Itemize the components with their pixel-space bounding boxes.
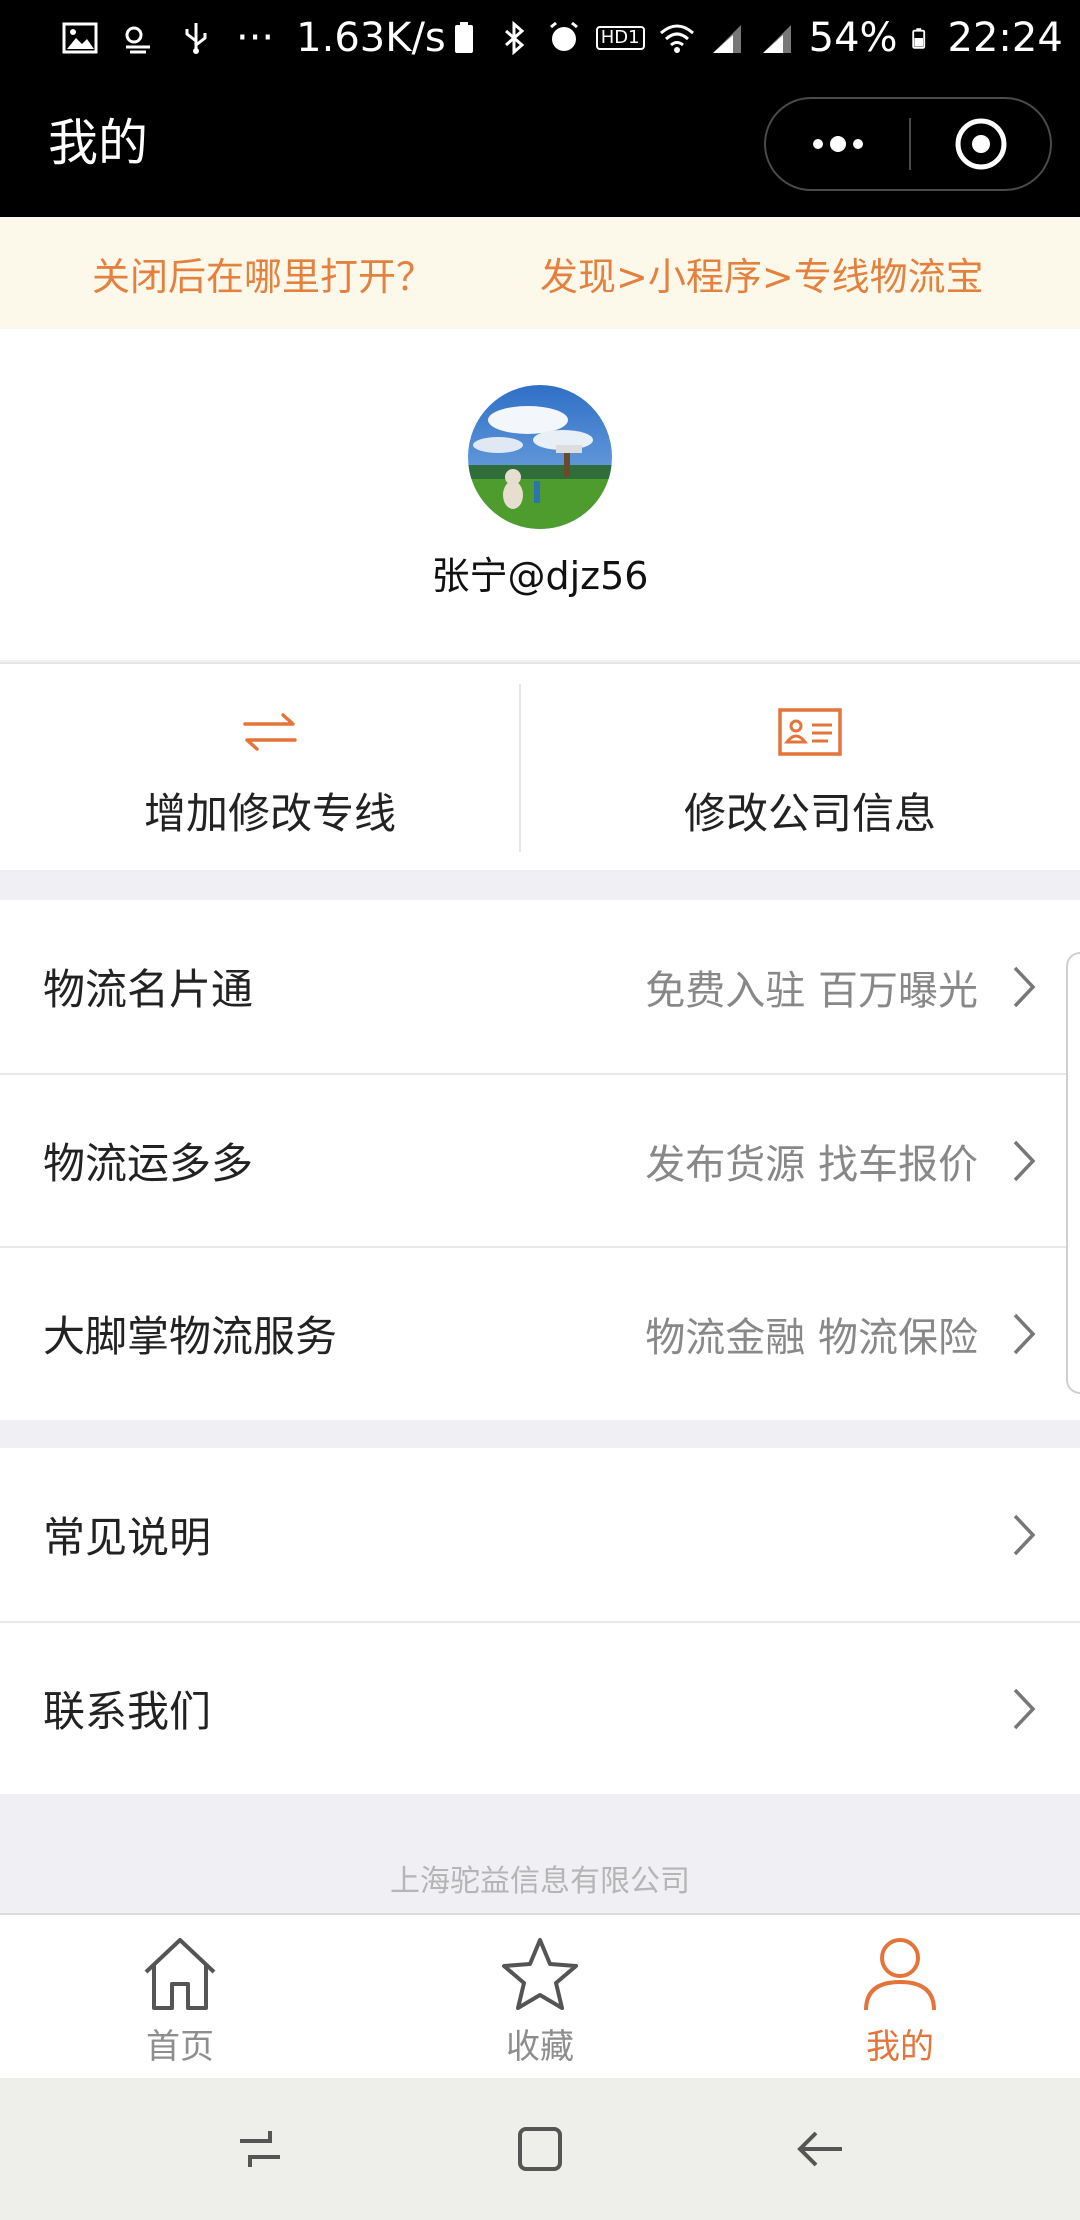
id-card-icon bbox=[778, 704, 842, 760]
more-button[interactable] bbox=[766, 99, 909, 189]
company-name: 上海驼益信息有限公司 bbox=[390, 1864, 690, 1899]
target-icon bbox=[955, 118, 1006, 170]
battery-saver-icon bbox=[454, 21, 473, 53]
help-title: 联系我们 bbox=[43, 1687, 212, 1736]
edit-company-label: 修改公司信息 bbox=[683, 789, 936, 838]
edit-company-action[interactable]: 修改公司信息 bbox=[540, 664, 1080, 870]
chevron-right-icon bbox=[1006, 962, 1042, 1012]
alarm-icon bbox=[549, 21, 578, 51]
service-item-logistics-service[interactable]: 大脚掌物流服务 物流金融 物流保险 bbox=[0, 1246, 1080, 1419]
star-icon bbox=[500, 1933, 580, 2015]
home-icon bbox=[140, 1933, 220, 2015]
tab-mine[interactable]: 我的 bbox=[720, 1915, 1080, 2078]
tab-label: 我的 bbox=[866, 2027, 934, 2067]
weather-icon bbox=[125, 26, 150, 53]
mini-program-capsule bbox=[764, 97, 1052, 191]
status-right: HD1 54% 22:24 bbox=[446, 18, 1063, 58]
tip-question: 关闭后在哪里打开？ bbox=[92, 254, 435, 299]
more-dots-icon bbox=[812, 136, 863, 152]
edit-lines-action[interactable]: 增加修改专线 bbox=[0, 664, 540, 870]
service-desc: 物流金融 物流保险 bbox=[645, 1314, 978, 1361]
gallery-icon bbox=[62, 22, 98, 53]
tab-bar: 首页 收藏 我的 bbox=[0, 1913, 1080, 2078]
tab-label: 首页 bbox=[146, 2027, 214, 2067]
usb-icon bbox=[185, 22, 207, 54]
service-desc: 发布货源 找车报价 bbox=[645, 1141, 978, 1188]
actions-divider bbox=[519, 684, 521, 852]
back-arrow-icon bbox=[797, 2131, 842, 2167]
home-nav-button[interactable] bbox=[500, 2109, 580, 2189]
back-button[interactable] bbox=[780, 2109, 860, 2189]
service-desc: 免费入驻 百万曝光 bbox=[645, 967, 978, 1014]
help-list: 常见说明 联系我们 bbox=[0, 1448, 1080, 1794]
battery-percent: 54% bbox=[808, 14, 898, 61]
service-list: 物流名片通 免费入驻 百万曝光 物流运多多 发布货源 找车报价 大脚掌物流服务 … bbox=[0, 900, 1080, 1420]
home-square-icon bbox=[518, 2127, 562, 2171]
edit-lines-label: 增加修改专线 bbox=[143, 789, 396, 838]
close-mini-program-button[interactable] bbox=[911, 99, 1050, 189]
battery-icon bbox=[911, 27, 925, 49]
tab-favorites[interactable]: 收藏 bbox=[360, 1915, 720, 2078]
title-bar: 我的 bbox=[0, 75, 1080, 217]
status-bar: ··· 1.63K/s HD1 54% 22:24 bbox=[0, 0, 1080, 75]
status-left: ··· 1.63K/s bbox=[62, 18, 446, 58]
signal-icon bbox=[712, 24, 741, 53]
more-notifications-icon: ··· bbox=[236, 14, 275, 61]
network-speed: 1.63K/s bbox=[296, 14, 446, 61]
chevron-right-icon bbox=[1006, 1510, 1042, 1560]
service-title: 物流运多多 bbox=[43, 1139, 254, 1188]
recents-button[interactable] bbox=[220, 2109, 300, 2189]
clock: 22:24 bbox=[947, 14, 1063, 61]
quick-actions: 增加修改专线 修改公司信息 bbox=[0, 662, 1080, 870]
tab-home[interactable]: 首页 bbox=[0, 1915, 360, 2078]
bluetooth-icon bbox=[504, 20, 525, 55]
system-nav-bar bbox=[0, 2078, 1080, 2220]
service-item-freight[interactable]: 物流运多多 发布货源 找车报价 bbox=[0, 1073, 1080, 1246]
recents-icon bbox=[240, 2131, 280, 2167]
tab-label: 收藏 bbox=[506, 2027, 574, 2067]
profile-section: 张宁@djz56 bbox=[0, 329, 1080, 660]
signal-2-icon bbox=[762, 24, 791, 53]
tip-path: 发现>小程序>专线物流宝 bbox=[540, 254, 984, 299]
avatar[interactable] bbox=[468, 385, 612, 529]
faq-item[interactable]: 常见说明 bbox=[0, 1448, 1080, 1621]
scroll-indicator[interactable] bbox=[1066, 952, 1080, 1394]
page-title: 我的 bbox=[48, 114, 148, 172]
user-icon bbox=[860, 1933, 940, 2015]
tip-banner: 关闭后在哪里打开？ 发现>小程序>专线物流宝 bbox=[0, 217, 1080, 329]
help-title: 常见说明 bbox=[43, 1513, 212, 1562]
contact-us-item[interactable]: 联系我们 bbox=[0, 1621, 1080, 1794]
hd-badge: HD1 bbox=[595, 25, 645, 50]
service-item-business-card[interactable]: 物流名片通 免费入驻 百万曝光 bbox=[0, 900, 1080, 1073]
username: 张宁@djz56 bbox=[431, 554, 649, 598]
swap-arrows-icon bbox=[243, 704, 297, 760]
chevron-right-icon bbox=[1006, 1309, 1042, 1359]
avatar-image bbox=[468, 385, 612, 529]
service-title: 大脚掌物流服务 bbox=[43, 1312, 338, 1361]
chevron-right-icon bbox=[1006, 1136, 1042, 1186]
chevron-right-icon bbox=[1006, 1684, 1042, 1734]
wifi-icon bbox=[659, 24, 694, 53]
service-title: 物流名片通 bbox=[43, 965, 254, 1014]
